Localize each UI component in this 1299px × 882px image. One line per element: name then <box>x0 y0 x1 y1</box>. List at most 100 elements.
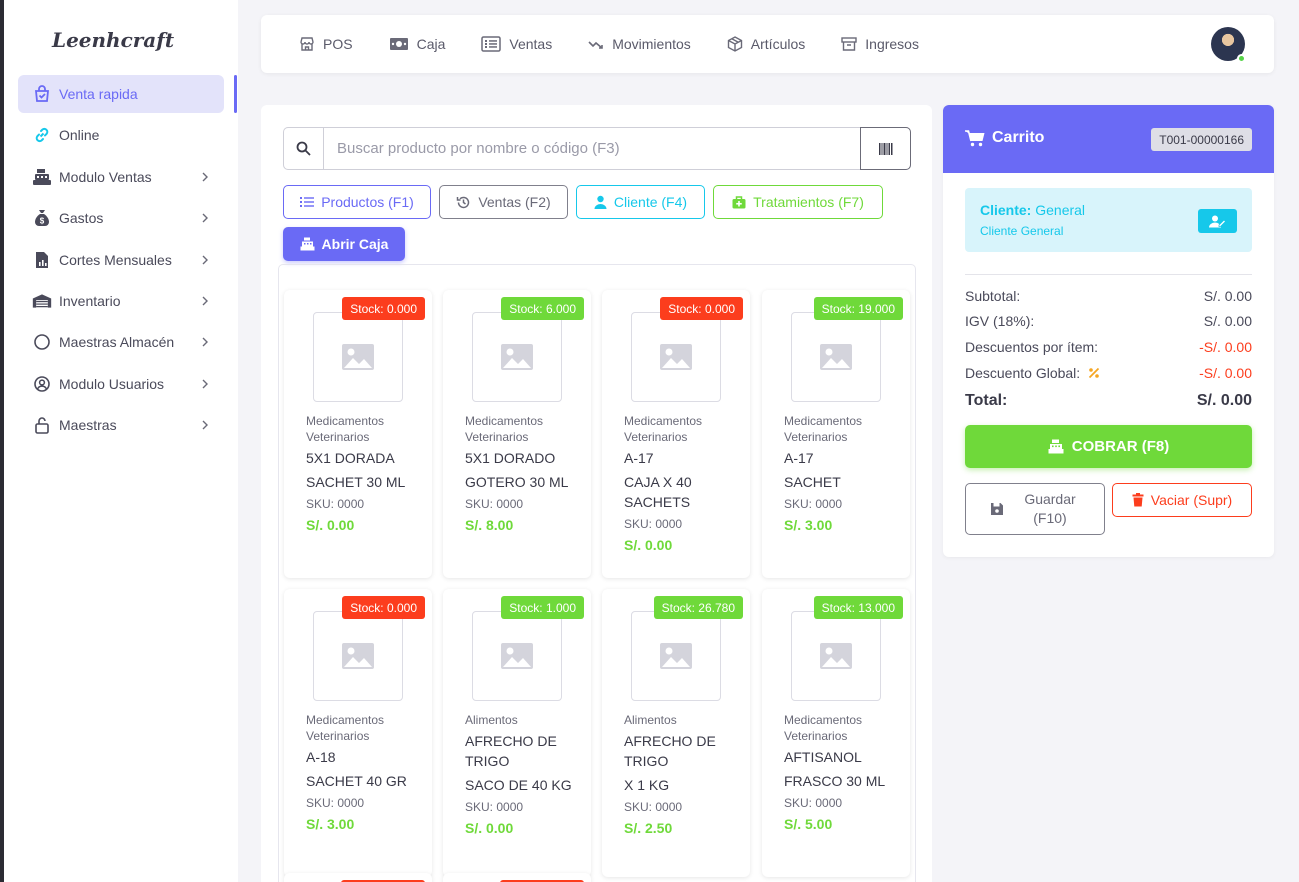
percent-icon[interactable] <box>1088 367 1100 379</box>
sidebar: Leenhcraft Venta rapida Online Modulo Ve… <box>4 0 238 882</box>
list-icon <box>481 36 502 52</box>
image-placeholder-icon <box>313 312 403 402</box>
global-discount-value: -S/. 0.00 <box>1199 365 1252 381</box>
total-value: S/. 0.00 <box>1196 392 1252 409</box>
product-category: Alimentos <box>465 713 518 727</box>
product-card[interactable]: Stock: 0.000 Medicamentos Veterinarios 5… <box>284 290 432 578</box>
topnav-label: Artículos <box>750 36 806 52</box>
money-bag-icon: $ <box>32 208 52 228</box>
image-placeholder-icon <box>472 312 562 402</box>
sidebar-item-gastos[interactable]: $ Gastos <box>18 199 224 237</box>
product-price: S/. 3.00 <box>306 816 355 832</box>
top-nav: POS Caja Ventas Movimientos Artículos In… <box>299 15 955 73</box>
product-category: Medicamentos Veterinarios <box>306 713 385 743</box>
product-card[interactable]: Stock: 0.000 Medicamentos Veterinarios A… <box>284 589 432 877</box>
global-discount-row: Descuento Global: -S/. 0.00 <box>965 365 1252 381</box>
product-sku: SKU: 0000 <box>465 800 524 814</box>
product-card[interactable] <box>284 873 432 882</box>
product-card[interactable]: Stock: 1.000 Alimentos AFRECHO DE TRIGO … <box>443 589 591 877</box>
app-logo[interactable]: Leenhcraft <box>52 28 174 52</box>
cart-panel: Carrito T001-00000166 Cliente: General C… <box>943 105 1274 557</box>
chevron-right-icon <box>202 337 208 347</box>
topnav-label: Movimientos <box>612 36 691 52</box>
sidebar-item-modulo-ventas[interactable]: Modulo Ventas <box>18 158 224 196</box>
cliente-button[interactable]: Cliente (F4) <box>576 185 705 219</box>
sidebar-item-label: Gastos <box>59 210 104 227</box>
store-icon <box>300 37 314 51</box>
ticket-number-badge: T001-00000166 <box>1151 128 1252 151</box>
chevron-right-icon <box>202 296 208 306</box>
product-sku: SKU: 0000 <box>624 800 683 814</box>
product-name: A-18 <box>306 749 336 765</box>
sidebar-item-maestras[interactable]: Maestras <box>18 406 224 444</box>
product-name: AFRECHO DE TRIGO <box>624 733 716 769</box>
ventas-button[interactable]: Ventas (F2) <box>439 185 568 219</box>
svg-text:$: $ <box>40 217 45 226</box>
product-name: A-17 <box>624 450 654 466</box>
topnav-caja[interactable]: Caja <box>389 36 445 52</box>
product-card[interactable]: Stock: 0.000 Medicamentos Veterinarios A… <box>602 290 750 578</box>
product-card[interactable]: Stock: 26.780 Alimentos AFRECHO DE TRIGO… <box>602 589 750 877</box>
sidebar-item-inventario[interactable]: Inventario <box>18 282 224 320</box>
product-category: Medicamentos Veterinarios <box>784 414 863 444</box>
product-card[interactable] <box>443 873 591 882</box>
sidebar-item-cortes-mensuales[interactable]: Cortes Mensuales <box>18 241 224 279</box>
productos-button[interactable]: Productos (F1) <box>283 185 431 219</box>
chevron-right-icon <box>202 255 208 265</box>
topnav-pos[interactable]: POS <box>299 36 353 52</box>
product-price: S/. 3.00 <box>784 517 833 533</box>
sidebar-item-label: Modulo Usuarios <box>59 375 165 392</box>
search-input[interactable] <box>324 128 860 169</box>
guardar-button[interactable]: Guardar (F10) <box>965 483 1105 535</box>
pos-panel: Productos (F1) Ventas (F2) Cliente (F4) … <box>261 105 932 882</box>
cash-icon <box>389 38 408 50</box>
top-bar: POS Caja Ventas Movimientos Artículos In… <box>261 15 1274 73</box>
cash-register-icon <box>32 167 52 187</box>
stock-badge: Stock: 1.000 <box>501 596 584 619</box>
user-edit-icon <box>1209 215 1226 227</box>
chevron-right-icon <box>202 213 208 223</box>
product-price: S/. 8.00 <box>465 517 514 533</box>
abrir-caja-button[interactable]: Abrir Caja <box>283 227 405 261</box>
product-sku: SKU: 0000 <box>784 497 843 511</box>
chevron-right-icon <box>202 172 208 182</box>
sidebar-item-label: Inventario <box>59 292 121 309</box>
trash-icon <box>1132 493 1144 507</box>
client-subtitle: Cliente General <box>980 224 1064 238</box>
topnav-ingresos[interactable]: Ingresos <box>841 36 919 52</box>
product-presentation: SACHET <box>784 474 841 490</box>
sidebar-item-venta-rapida[interactable]: Venta rapida <box>18 75 224 113</box>
circle-icon <box>32 332 52 352</box>
product-presentation: SACO DE 40 KG <box>465 777 572 793</box>
product-price: S/. 2.50 <box>624 820 673 836</box>
product-card[interactable]: Stock: 19.000 Medicamentos Veterinarios … <box>762 290 910 578</box>
topnav-articulos[interactable]: Artículos <box>727 36 805 52</box>
vaciar-button[interactable]: Vaciar (Supr) <box>1112 483 1252 517</box>
product-card[interactable]: Stock: 13.000 Medicamentos Veterinarios … <box>762 589 910 877</box>
topnav-ventas[interactable]: Ventas <box>481 36 552 52</box>
box-icon <box>727 36 742 52</box>
product-grid: Stock: 0.000 Medicamentos Veterinarios 5… <box>278 264 916 882</box>
image-placeholder-icon <box>791 312 881 402</box>
edit-client-button[interactable] <box>1198 209 1237 233</box>
cash-register-icon <box>300 237 315 251</box>
image-placeholder-icon <box>631 312 721 402</box>
product-sku: SKU: 0000 <box>624 517 683 531</box>
product-category: Medicamentos Veterinarios <box>624 414 703 444</box>
product-name: 5X1 DORADA <box>306 450 395 466</box>
sidebar-item-label: Maestras <box>59 417 117 434</box>
barcode-scan-button[interactable] <box>860 127 911 170</box>
topnav-label: Ingresos <box>865 36 919 52</box>
product-name: A-17 <box>784 450 814 466</box>
tratamientos-button[interactable]: Tratamientos (F7) <box>713 185 883 219</box>
cobrar-button[interactable]: COBRAR (F8) <box>965 425 1252 468</box>
product-search <box>283 127 911 170</box>
product-price: S/. 0.00 <box>465 820 514 836</box>
sidebar-item-online[interactable]: Online <box>18 116 224 154</box>
topnav-label: Ventas <box>509 36 553 52</box>
sidebar-item-modulo-usuarios[interactable]: Modulo Usuarios <box>18 365 224 403</box>
sidebar-item-maestras-almacen[interactable]: Maestras Almacén <box>18 323 224 361</box>
report-file-icon <box>32 250 52 270</box>
product-card[interactable]: Stock: 6.000 Medicamentos Veterinarios 5… <box>443 290 591 578</box>
topnav-movimientos[interactable]: Movimientos <box>588 36 691 52</box>
